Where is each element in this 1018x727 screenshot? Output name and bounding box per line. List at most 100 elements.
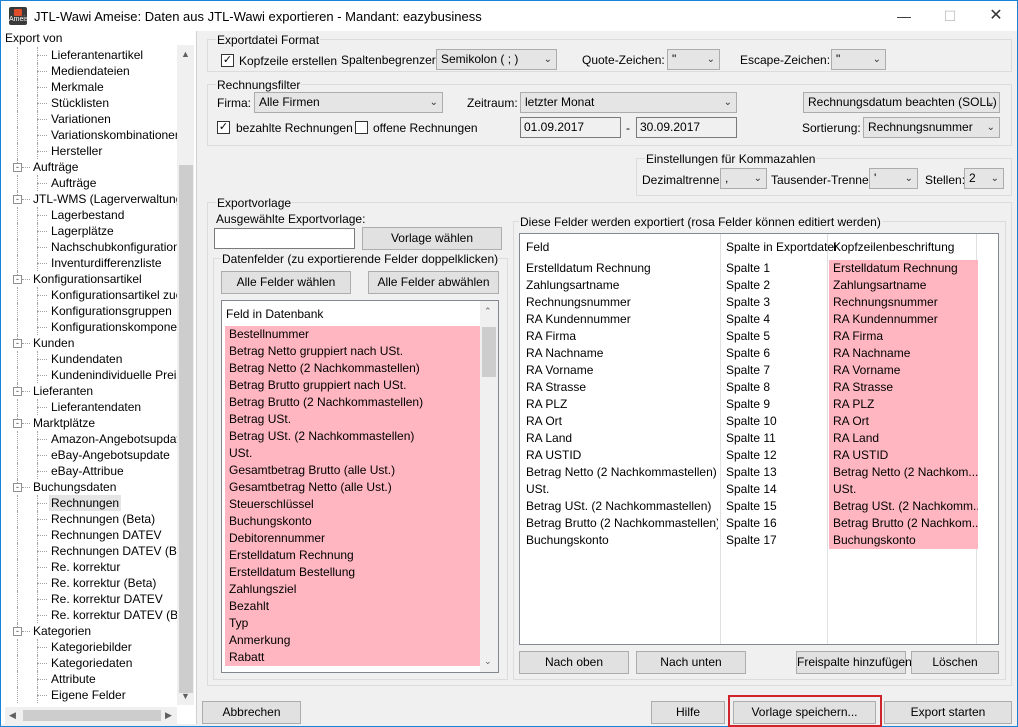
stellen-select[interactable]: 2 ⌄ xyxy=(964,168,1004,189)
scroll-down-icon[interactable]: ⌄ xyxy=(484,656,492,667)
tree-item[interactable]: Rechnungen DATEV xyxy=(49,527,164,543)
table-row[interactable]: Betrag USt. (2 Nachkommastellen) Spalte 1… xyxy=(520,498,998,515)
list-item[interactable]: Erstelldatum Rechnung xyxy=(225,547,481,564)
list-item[interactable]: Betrag Netto gruppiert nach USt. xyxy=(225,343,481,360)
tree-item[interactable]: Lieferanten xyxy=(31,383,95,399)
table-cell[interactable]: USt. xyxy=(829,481,978,498)
column-header[interactable]: Feld xyxy=(526,240,549,254)
list-item[interactable]: Buchungskonto xyxy=(225,513,481,530)
table-row[interactable]: Rechnungsnummer Spalte 3 Rechnungsnummer xyxy=(520,294,998,311)
tree-item[interactable]: Rechnungen xyxy=(49,495,122,511)
list-item[interactable]: Bezahlt xyxy=(225,598,481,615)
date-to-field[interactable]: 30.09.2017 xyxy=(636,117,737,138)
datum-mode-select[interactable]: Rechnungsdatum beachten (SOLL) ⌄ xyxy=(803,92,1000,113)
deselect-all-button[interactable]: Alle Felder abwählen xyxy=(368,271,499,294)
firma-select[interactable]: Alle Firmen ⌄ xyxy=(254,92,443,113)
tree-item[interactable]: JTL-WMS (Lagerverwaltung) xyxy=(31,191,177,207)
tree-item[interactable]: Konfigurationskomponenter xyxy=(49,319,177,335)
table-row[interactable]: RA Land Spalte 11 RA Land xyxy=(520,430,998,447)
minimize-icon[interactable]: — xyxy=(881,1,927,31)
list-item[interactable]: Betrag USt. xyxy=(225,411,481,428)
move-down-button[interactable]: Nach unten xyxy=(636,651,746,674)
tree-item[interactable]: Buchungsdaten xyxy=(31,479,118,495)
list-item[interactable]: Steuerschlüssel xyxy=(225,496,481,513)
tree-hscroll-thumb[interactable] xyxy=(23,710,161,721)
help-button[interactable]: Hilfe xyxy=(651,701,725,724)
tree-item[interactable]: Re. korrektur (Beta) xyxy=(49,575,158,591)
save-template-button[interactable]: Vorlage speichern... xyxy=(733,701,876,724)
column-header[interactable]: Spalte in Exportdatei xyxy=(726,240,837,254)
list-item[interactable]: Typ xyxy=(225,615,481,632)
dezimal-select[interactable]: , ⌄ xyxy=(720,168,767,189)
list-item[interactable]: Betrag USt. (2 Nachkommastellen) xyxy=(225,428,481,445)
scroll-right-icon[interactable]: ▶ xyxy=(165,710,172,721)
tree-item[interactable]: Eigene Felder xyxy=(49,687,128,703)
tree-item[interactable]: Kundenindividuelle Preise xyxy=(49,367,177,383)
tree-item[interactable]: Mediendateien xyxy=(49,63,132,79)
date-from-field[interactable]: 01.09.2017 xyxy=(520,117,621,138)
list-item[interactable]: Gesamtbetrag Brutto (alle Ust.) xyxy=(225,462,481,479)
tree-item[interactable]: Re. korrektur DATEV xyxy=(49,591,165,607)
table-row[interactable]: RA PLZ Spalte 9 RA PLZ xyxy=(520,396,998,413)
bezahlt-checkbox[interactable]: ✓ xyxy=(217,121,230,134)
zeitraum-select[interactable]: letzter Monat ⌄ xyxy=(520,92,737,113)
tree-item[interactable]: Aufträge xyxy=(49,175,98,191)
tree-item[interactable]: Rechnungen DATEV (Beta xyxy=(49,543,177,559)
column-header[interactable]: Kopfzeilenbeschriftung xyxy=(833,240,954,254)
tree-item[interactable]: Inventurdifferenzliste xyxy=(49,255,164,271)
tree-item[interactable]: Re. korrektur DATEV (Beta xyxy=(49,607,177,623)
list-item[interactable]: Anmerkung xyxy=(225,632,481,649)
tree-item[interactable]: Kategorien xyxy=(31,623,93,639)
list-item[interactable]: Gesamtbetrag Netto (alle Ust.) xyxy=(225,479,481,496)
table-cell[interactable]: Betrag Netto (2 Nachkom... xyxy=(829,464,978,481)
tree-item[interactable]: Attribute xyxy=(49,671,98,687)
table-cell[interactable]: RA Vorname xyxy=(829,362,978,379)
collapse-icon[interactable]: - xyxy=(13,275,22,284)
list-item[interactable]: Zahlungsziel xyxy=(225,581,481,598)
quote-select[interactable]: " ⌄ xyxy=(667,49,720,70)
collapse-icon[interactable]: - xyxy=(13,627,22,636)
cancel-button[interactable]: Abbrechen xyxy=(202,701,301,724)
table-cell[interactable]: Erstelldatum Rechnung xyxy=(829,260,978,277)
tree-item[interactable]: Lagerplätze xyxy=(49,223,116,239)
escape-select[interactable]: " ⌄ xyxy=(831,49,886,70)
table-row[interactable]: Erstelldatum Rechnung Spalte 1 Erstelldatu… xyxy=(520,260,998,277)
collapse-icon[interactable]: - xyxy=(13,195,22,204)
choose-template-button[interactable]: Vorlage wählen xyxy=(362,227,502,250)
scroll-up-icon[interactable]: ⌃ xyxy=(484,306,492,317)
export-fields-table[interactable]: Feld Spalte in Exportdatei Kopfzeilenbesch… xyxy=(519,233,999,645)
collapse-icon[interactable]: - xyxy=(13,163,22,172)
table-row[interactable]: Buchungskonto Spalte 17 Buchungskonto xyxy=(520,532,998,549)
list-item[interactable]: Bestellnummer xyxy=(225,326,481,343)
list-item[interactable]: Betrag Netto (2 Nachkommastellen) xyxy=(225,360,481,377)
table-row[interactable]: RA USTID Spalte 12 RA USTID xyxy=(520,447,998,464)
table-cell[interactable]: RA Kundennummer xyxy=(829,311,978,328)
table-row[interactable]: RA Kundennummer Spalte 4 RA Kundennummer xyxy=(520,311,998,328)
table-cell[interactable]: RA USTID xyxy=(829,447,978,464)
tree-scroll-thumb[interactable] xyxy=(179,165,193,693)
list-item[interactable]: Debitorennummer xyxy=(225,530,481,547)
tree-item[interactable]: Kunden xyxy=(31,335,76,351)
tree-item[interactable]: Merkmale xyxy=(49,79,106,95)
separator-select[interactable]: Semikolon ( ; ) ⌄ xyxy=(436,49,557,70)
table-cell[interactable]: Buchungskonto xyxy=(829,532,978,549)
table-cell[interactable]: RA Ort xyxy=(829,413,978,430)
list-item[interactable]: Betrag Brutto gruppiert nach USt. xyxy=(225,377,481,394)
maximize-icon[interactable]: ☐ xyxy=(927,1,973,31)
tree-item[interactable]: Hersteller xyxy=(49,143,104,159)
list-item[interactable]: Erstelldatum Bestellung xyxy=(225,564,481,581)
table-cell[interactable]: RA Strasse xyxy=(829,379,978,396)
collapse-icon[interactable]: - xyxy=(13,483,22,492)
table-cell[interactable]: Rechnungsnummer xyxy=(829,294,978,311)
tree-item[interactable]: Marktplätze xyxy=(31,415,97,431)
table-cell[interactable]: Betrag Brutto (2 Nachkom... xyxy=(829,515,978,532)
table-cell[interactable]: RA PLZ xyxy=(829,396,978,413)
tree-item[interactable]: Re. korrektur xyxy=(49,559,122,575)
table-row[interactable]: Betrag Netto (2 Nachkommastellen) Spalte … xyxy=(520,464,998,481)
table-cell[interactable]: RA Land xyxy=(829,430,978,447)
table-row[interactable]: RA Vorname Spalte 7 RA Vorname xyxy=(520,362,998,379)
collapse-icon[interactable]: - xyxy=(13,419,22,428)
list-item[interactable]: Betrag Brutto (2 Nachkommastellen) xyxy=(225,394,481,411)
start-export-button[interactable]: Export starten xyxy=(884,701,1012,724)
tausender-select[interactable]: ' ⌄ xyxy=(869,168,918,189)
